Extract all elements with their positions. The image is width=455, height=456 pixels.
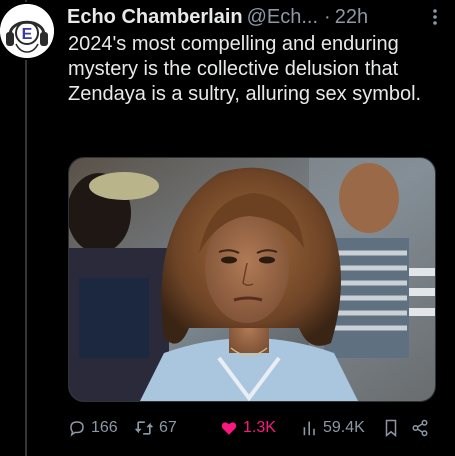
like-button[interactable]: 1.3K	[220, 414, 276, 442]
share-button[interactable]	[411, 414, 434, 442]
action-bar: 166 67 1.3K 59.4K	[68, 414, 436, 442]
bookmark-icon	[385, 419, 397, 437]
bookmark-button[interactable]	[383, 414, 404, 442]
heart-icon	[221, 422, 237, 435]
reply-count: 166	[91, 419, 118, 436]
tweet-header: Echo Chamberlain @Ech... · 22h	[67, 4, 445, 30]
views-chart-icon	[303, 421, 315, 436]
author-name[interactable]: Echo Chamberlain	[67, 4, 243, 30]
views-button[interactable]: 59.4K	[302, 414, 365, 442]
reply-icon	[70, 421, 84, 437]
views-count: 59.4K	[323, 419, 365, 436]
avatar[interactable]: E	[0, 4, 54, 58]
thread-line	[25, 0, 27, 456]
tweet-image[interactable]	[68, 157, 436, 402]
tweet[interactable]: E Echo Chamberlain @Ech... · 22h 2024's …	[0, 0, 455, 456]
svg-text:E: E	[22, 26, 33, 43]
retweet-count: 67	[159, 419, 177, 436]
more-dots-icon[interactable]	[425, 4, 445, 30]
like-count: 1.3K	[243, 419, 276, 436]
retweet-button[interactable]: 67	[134, 414, 177, 442]
reply-button[interactable]: 166	[68, 414, 118, 442]
photo-woman-in-stands	[69, 158, 435, 401]
timestamp[interactable]: 22h	[335, 4, 368, 30]
tweet-text: 2024's most compelling and enduring myst…	[68, 33, 422, 105]
author-handle[interactable]: @Ech...	[247, 4, 318, 30]
share-icon	[412, 419, 428, 437]
retweet-icon	[135, 421, 153, 435]
headphones-logo-icon: E	[0, 4, 54, 58]
separator-dot: ·	[324, 6, 331, 28]
